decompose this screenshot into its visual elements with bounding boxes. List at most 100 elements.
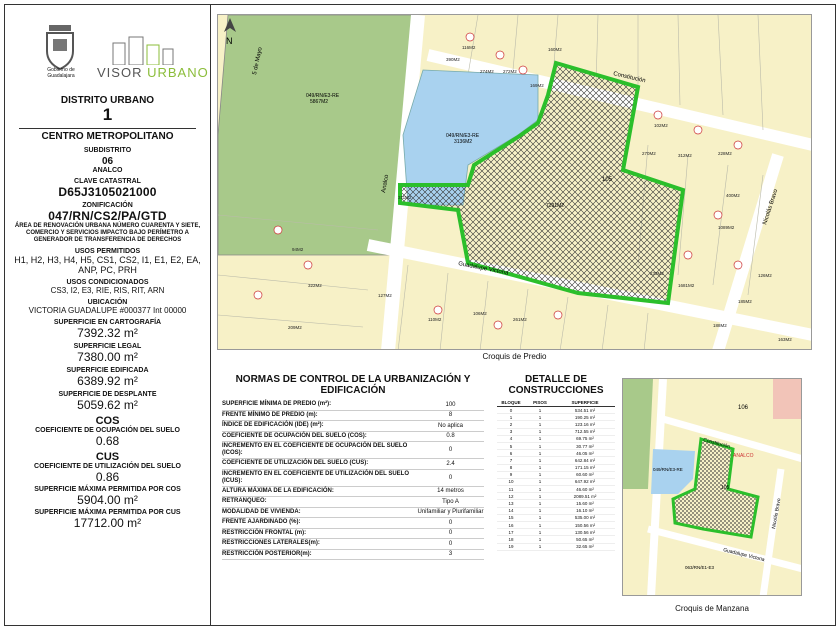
floors-cell: 1 — [538, 536, 542, 542]
norm-row: FRENTE MÍNIMO DE PREDIO (m): 8 — [222, 411, 484, 421]
small-lot-label: 049/RN/E3-RE — [653, 467, 683, 472]
block-cell: 6 — [509, 450, 513, 456]
district-name: CENTRO METROPOLITANO — [41, 131, 174, 142]
area-cell: 647.92 m² — [574, 479, 596, 485]
construction-row: 16 1 150.56 m² — [497, 522, 615, 530]
area-cell: 2089.51 m² — [573, 493, 597, 499]
svg-text:311M2: 311M2 — [398, 195, 412, 200]
floors-cell: 1 — [538, 429, 542, 435]
svg-text:127M2: 127M2 — [378, 293, 392, 298]
norm-row: RESTRICCIONES LATERALES(m): 0 — [222, 539, 484, 550]
block-map[interactable]: 106 105 Constitución ANALCO Guadalupe Vi… — [622, 378, 802, 596]
small-lot-label2: 063/RN/E1-E3 — [685, 565, 715, 570]
construction-row: 19 1 32.65 m² — [497, 544, 615, 551]
zoning-code: 047/RN/CS2/PA/GTD — [48, 209, 167, 223]
norm-key: COEFICIENTE DE OCUPACIÓN DEL SUELO (COS)… — [222, 432, 367, 439]
floors-cell: 1 — [538, 407, 542, 413]
svg-text:272M2: 272M2 — [503, 69, 517, 74]
carto-area: 7392.32 m² — [77, 326, 138, 340]
norm-value: 0 — [448, 474, 453, 481]
svg-text:106M2: 106M2 — [473, 311, 487, 316]
block-cell: 10 — [508, 479, 514, 485]
small-street-analco: ANALCO — [733, 453, 754, 459]
north-arrow-icon: N — [224, 18, 236, 46]
norm-key: RETRANQUEO: — [222, 498, 267, 505]
construction-row: 12 1 2089.51 m² — [497, 493, 615, 501]
area-cell: 30.77 m² — [576, 443, 594, 449]
block-cell: 11 — [508, 486, 514, 492]
block-map-canvas: 106 105 Constitución ANALCO Guadalupe Vi… — [623, 379, 801, 595]
construction-row: 11 1 46.60 m² — [497, 486, 615, 494]
parcel-map-caption: Croquis de Predio — [482, 352, 547, 361]
norm-value: 14 metros — [437, 488, 464, 495]
floors-cell: 1 — [538, 522, 542, 528]
floors-cell: 1 — [538, 436, 542, 442]
legal-area: 7380.00 m² — [77, 350, 138, 364]
svg-text:322M2: 322M2 — [308, 283, 322, 288]
built-area-label: SUPERFICIE EDIFICADA — [66, 367, 149, 374]
construction-row: 10 1 647.92 m² — [497, 479, 615, 487]
norm-row: INCREMENTO EN EL COEFICIENTE DE UTILIZAC… — [222, 470, 484, 487]
norm-row: COEFICIENTE DE OCUPACIÓN DEL SUELO (COS)… — [222, 432, 484, 442]
norm-row: FRENTE AJARDINADO (%): 0 — [222, 518, 484, 529]
block-cell: 18 — [508, 536, 514, 542]
construction-row: 1 1 190.25 m² — [497, 414, 615, 422]
svg-text:188M2: 188M2 — [713, 323, 727, 328]
small-block-number: 106 — [738, 405, 749, 411]
legal-area-label: SUPERFICIE LEGAL — [73, 343, 142, 350]
floors-cell: 1 — [538, 501, 542, 507]
area-cell: 642.84 m² — [574, 457, 596, 463]
norm-value: 0 — [448, 530, 453, 537]
constructions-title: DETALLE DE CONSTRUCCIONES — [508, 374, 604, 396]
area-cell: 534.51 m² — [574, 407, 596, 413]
cus-label: COEFICIENTE DE UTILIZACIÓN DEL SUELO — [34, 463, 181, 470]
carto-area-label: SUPERFICIE EN CARTOGRAFÍA — [53, 319, 162, 326]
norm-key: RESTRICCIÓN POSTERIOR(m): — [222, 550, 312, 557]
small-block2: 105 — [721, 485, 730, 491]
col-area: SUPERFICIE — [571, 400, 599, 405]
svg-text:261M2: 261M2 — [513, 317, 527, 322]
floors-cell: 1 — [538, 544, 542, 550]
construction-row: 6 1 46.05 m² — [497, 450, 615, 458]
permitted-uses-label: USOS PERMITIDOS — [74, 248, 141, 255]
svg-text:169M2: 169M2 — [530, 83, 544, 88]
norm-key: ÍNDICE DE EDIFICACIÓN (IDE) (m²): — [222, 422, 324, 429]
app-name-b: URBANO — [147, 65, 209, 80]
subdistrict-label: SUBDISTRITO — [83, 147, 132, 154]
block-cell: 14 — [508, 508, 514, 514]
constructions-table: DETALLE DE CONSTRUCCIONES BLOQUE PISOS S… — [497, 374, 615, 551]
area-cell: 712.55 m² — [574, 429, 596, 435]
conditioned-uses-label: USOS CONDICIONADOS — [66, 279, 149, 286]
svg-text:1681M2: 1681M2 — [678, 283, 695, 288]
lot-area-park: 5867M2 — [310, 99, 328, 105]
construction-row: 14 1 16.10 m² — [497, 508, 615, 515]
app-name: VISOR URBANO — [97, 65, 209, 80]
norm-row: ALTURA MÁXIMA DE LA EDIFICACIÓN: 14 metro… — [222, 487, 484, 497]
cadastral-label: CLAVE CATASTRAL — [74, 178, 141, 185]
cus-abbr: CUS — [95, 451, 120, 463]
svg-text:94M2: 94M2 — [292, 247, 304, 252]
norm-key: FRENTE AJARDINADO (%): — [222, 519, 301, 526]
svg-text:233M2: 233M2 — [650, 271, 664, 276]
district-info: DISTRITO URBANO 1 CENTRO METROPOLITANO S… — [5, 95, 210, 530]
norm-key: SUPERFICIE MÍNIMA DE PREDIO (m²): — [222, 401, 332, 408]
floors-cell: 1 — [538, 414, 542, 420]
svg-text:185M2: 185M2 — [738, 299, 752, 304]
block-cell: 2 — [509, 421, 513, 427]
max-cus-label: SUPERFICIE MÁXIMA PERMITIDA POR CUS — [34, 509, 181, 516]
seal-caption: Gobierno de Guadalajara — [47, 67, 75, 79]
norm-key: RESTRICCIONES LATERALES(m): — [222, 540, 320, 547]
norm-value: 0 — [448, 540, 453, 547]
col-floors: PISOS — [533, 400, 547, 405]
block-cell: 4 — [509, 436, 513, 442]
cos-label: COEFICIENTE DE OCUPACIÓN DEL SUELO — [35, 427, 180, 434]
parcel-map[interactable]: 049/RN/E3-RE 5867M2 049/RN/E3-RE 3136M2 … — [217, 14, 812, 350]
block-cell: 0 — [509, 407, 513, 413]
construction-row: 0 1 534.51 m² — [497, 407, 615, 415]
floors-cell: 1 — [538, 465, 542, 471]
norm-key: FRENTE MÍNIMO DE PREDIO (m): — [222, 411, 318, 418]
svg-text:228M2: 228M2 — [718, 151, 732, 156]
construction-row: 8 1 171.15 m² — [497, 465, 615, 472]
district-number: 1 — [102, 105, 113, 124]
floors-cell: 1 — [538, 508, 542, 514]
